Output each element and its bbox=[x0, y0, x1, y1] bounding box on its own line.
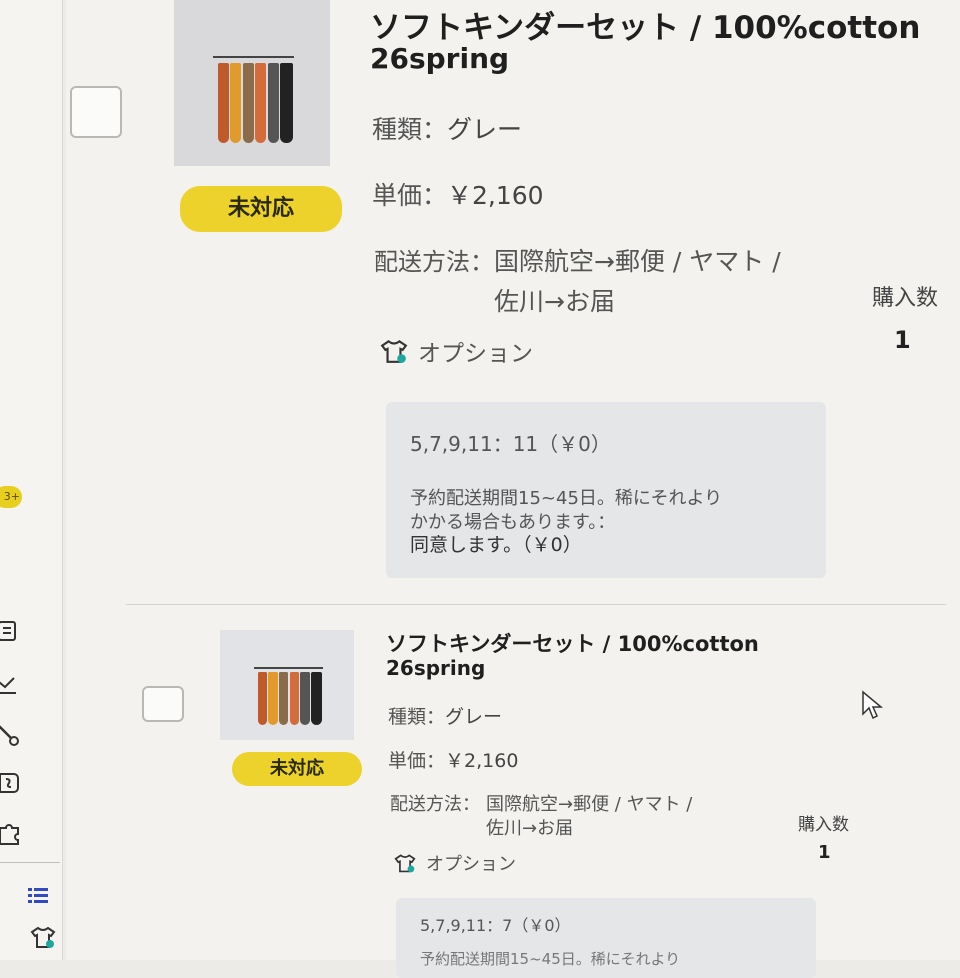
coupon-icon[interactable] bbox=[0, 770, 26, 798]
shipping-label: 配送方法： bbox=[374, 248, 494, 276]
product-title-line2: 26spring bbox=[370, 42, 510, 75]
option-label: オプション bbox=[426, 854, 516, 875]
tshirt-icon[interactable] bbox=[30, 924, 60, 952]
price-label: 単価： bbox=[388, 750, 446, 772]
product-title[interactable]: ソフトキンダーセット / 100%cotton bbox=[370, 2, 920, 47]
product-title-line2: 26spring bbox=[386, 656, 486, 680]
check-icon[interactable] bbox=[0, 672, 26, 700]
option-consent: 同意します。（￥0） bbox=[410, 534, 582, 556]
price-value: ￥2,160 bbox=[447, 181, 544, 210]
quantity-value: 1 bbox=[818, 842, 831, 863]
quantity-value: 1 bbox=[894, 326, 911, 354]
price-field: 単価：￥2,160 bbox=[372, 176, 544, 212]
order-item: 未対応 ソフトキンダーセット / 100%cotton 26spring 種類：… bbox=[66, 610, 946, 978]
puzzle-icon[interactable] bbox=[0, 820, 26, 848]
brush-icon[interactable] bbox=[0, 722, 26, 750]
option-note: 予約配送期間15~45日。稀にそれより bbox=[410, 488, 723, 509]
document-icon[interactable] bbox=[0, 618, 26, 646]
status-badge: 未対応 bbox=[232, 752, 362, 786]
option-label: オプション bbox=[418, 341, 533, 367]
row-divider bbox=[126, 604, 946, 605]
shipping-label: 配送方法： bbox=[390, 794, 480, 815]
quantity-label: 購入数 bbox=[872, 286, 939, 311]
mouse-cursor-icon bbox=[862, 690, 884, 720]
quantity-label: 購入数 bbox=[798, 815, 849, 835]
sidebar: 3+ bbox=[0, 0, 63, 960]
option-size: 5,7,9,11：7（￥0） bbox=[420, 916, 571, 935]
kind-label: 種類： bbox=[388, 706, 446, 728]
kind-value: グレー bbox=[447, 115, 523, 144]
list-icon[interactable] bbox=[26, 882, 56, 910]
select-checkbox[interactable] bbox=[142, 686, 184, 722]
status-badge: 未対応 bbox=[180, 186, 342, 232]
option-size: 5,7,9,11：11（￥0） bbox=[410, 432, 611, 456]
order-item: 未対応 ソフトキンダーセット / 100%cotton 26spring 種類：… bbox=[66, 0, 946, 600]
shipping-line2: 佐川→お届 bbox=[494, 287, 615, 316]
price-label: 単価： bbox=[372, 181, 448, 210]
tshirt-icon bbox=[380, 339, 408, 363]
shipping-line2: 佐川→お届 bbox=[486, 818, 574, 839]
product-thumbnail[interactable] bbox=[220, 630, 354, 740]
select-checkbox[interactable] bbox=[70, 86, 122, 138]
kind-field: 種類：グレー bbox=[388, 702, 502, 729]
shipping-line1: 国際航空→郵便 / ヤマト / bbox=[486, 794, 693, 815]
product-title[interactable]: ソフトキンダーセット / 100%cotton bbox=[386, 628, 759, 658]
product-thumbnail[interactable] bbox=[174, 0, 330, 166]
notification-badge: 3+ bbox=[0, 486, 22, 508]
option-toggle[interactable]: オプション bbox=[394, 850, 516, 876]
order-items-panel: 未対応 ソフトキンダーセット / 100%cotton 26spring 種類：… bbox=[66, 0, 960, 978]
tshirt-icon bbox=[394, 854, 416, 873]
shipping-line1: 国際航空→郵便 / ヤマト / bbox=[494, 247, 781, 276]
option-note: 予約配送期間15~45日。稀にそれより bbox=[420, 950, 681, 968]
option-details-box: 5,7,9,11：7（￥0） 予約配送期間15~45日。稀にそれより bbox=[396, 898, 816, 978]
kind-field: 種類：グレー bbox=[372, 110, 522, 146]
kind-label: 種類： bbox=[372, 115, 448, 144]
option-toggle[interactable]: オプション bbox=[380, 334, 533, 368]
option-details-box: 5,7,9,11：11（￥0） 予約配送期間15~45日。稀にそれより かかる場… bbox=[386, 402, 826, 578]
price-field: 単価：￥2,160 bbox=[388, 746, 518, 773]
kind-value: グレー bbox=[445, 706, 503, 728]
price-value: ￥2,160 bbox=[445, 750, 519, 772]
sidebar-divider bbox=[0, 862, 60, 863]
